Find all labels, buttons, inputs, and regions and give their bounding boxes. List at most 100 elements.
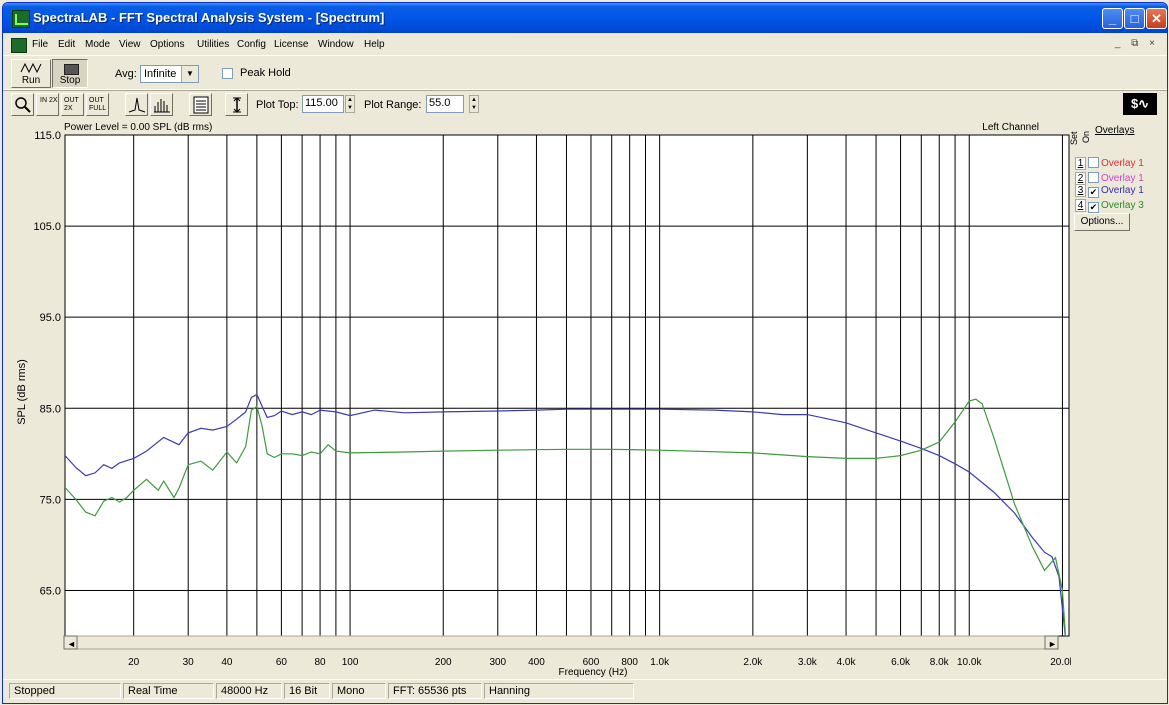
status-bar: Stopped Real Time 48000 Hz 16 Bit Mono F… <box>3 679 1167 702</box>
overlay-on-2-checkbox[interactable] <box>1088 172 1099 183</box>
line-plot-button[interactable] <box>125 93 148 116</box>
chevron-down-icon[interactable]: ▼ <box>181 66 198 82</box>
overlay-on-4-checkbox[interactable]: ✔ <box>1088 202 1099 213</box>
menu-mode[interactable]: Mode <box>85 39 110 50</box>
document-icon[interactable] <box>11 38 27 53</box>
window-title: SpectraLAB - FFT Spectral Analysis Syste… <box>33 10 385 25</box>
x-tick-label: 4.0k <box>837 657 857 668</box>
app-window: SpectraLAB - FFT Spectral Analysis Syste… <box>2 2 1168 704</box>
plot-top-spinner[interactable]: ▲ ▼ <box>345 95 355 113</box>
app-logo-icon <box>12 10 30 28</box>
status-mode: Real Time <box>123 683 214 699</box>
overlay-label-2: Overlay 1 <box>1101 173 1144 184</box>
x-tick-label: 800 <box>621 657 638 668</box>
zoom-out-2x-button[interactable]: OUT 2X <box>61 93 84 116</box>
menu-utilities[interactable]: Utilities <box>197 39 229 50</box>
scroll-left-arrow-icon: ◄ <box>67 639 76 649</box>
close-button[interactable]: ✕ <box>1146 8 1167 29</box>
x-tick-label: 3.0k <box>798 657 818 668</box>
status-fft-size: FFT: 65536 pts <box>388 683 482 699</box>
mdi-window-controls[interactable]: _ ⧉ × <box>1115 38 1159 49</box>
menu-help[interactable]: Help <box>364 39 385 50</box>
overlay-options-button[interactable]: Options... <box>1074 213 1130 231</box>
zoom-full-button[interactable]: OUT FULL <box>86 93 109 116</box>
x-tick-label: 400 <box>528 657 545 668</box>
x-tick-label: 10.0k <box>957 657 982 668</box>
x-tick-label: 60 <box>276 657 288 668</box>
status-bits: 16 Bit <box>284 683 330 699</box>
title-bar[interactable]: SpectraLAB - FFT Spectral Analysis Syste… <box>3 3 1167 33</box>
plot-range-label: Plot Range: <box>364 99 422 111</box>
scroll-right-arrow-icon: ► <box>1048 639 1057 649</box>
zoom-in-2x-button[interactable]: IN 2X <box>36 93 59 116</box>
plot-range-input[interactable]: 55.0 <box>426 95 464 113</box>
zoom-full-label: OUT FULL <box>89 97 107 112</box>
table-view-button[interactable] <box>189 93 212 116</box>
spectrum-plot-area: Power Level = 0.00 SPL (dB rms) Left Cha… <box>3 119 1167 679</box>
x-tick-label: 300 <box>489 657 506 668</box>
overlays-title: Overlays <box>1095 125 1135 136</box>
plot-background <box>64 134 1070 637</box>
x-tick-label: 40 <box>221 657 233 668</box>
peak-hold-checkbox[interactable] <box>222 68 233 79</box>
menu-file[interactable]: File <box>32 39 48 50</box>
maximize-button[interactable]: □ <box>1124 8 1145 29</box>
overlay-on-3-checkbox[interactable]: ✔ <box>1088 187 1099 198</box>
y-tick-label: 115.0 <box>34 130 61 142</box>
menu-edit[interactable]: Edit <box>58 39 75 50</box>
x-tick-label: 20 <box>128 657 140 668</box>
table-icon <box>193 96 209 114</box>
plot-range-spinner[interactable]: ▲ ▼ <box>469 95 479 113</box>
avg-value: Infinite <box>144 68 177 80</box>
y-tick-label: 65.0 <box>40 585 61 597</box>
horizontal-scrollbar[interactable] <box>63 635 1059 650</box>
overlay-on-1-checkbox[interactable] <box>1088 157 1099 168</box>
zoom-button[interactable] <box>11 93 34 116</box>
overlay-row-2[interactable]: 2 Overlay 1 <box>1075 170 1144 185</box>
channel-label: Left Channel <box>982 122 1039 133</box>
stop-label: Stop <box>59 75 81 86</box>
overlay-row-3[interactable]: 3 ✔ Overlay 1 <box>1075 184 1144 198</box>
overlay-set-1[interactable]: 1 <box>1075 157 1086 170</box>
power-level-readout: Power Level = 0.00 SPL (dB rms) <box>64 122 212 133</box>
run-button[interactable]: Run <box>11 59 51 88</box>
overlay-row-4[interactable]: 4 ✔ Overlay 3 <box>1075 199 1144 213</box>
avg-select[interactable]: Infinite ▼ <box>140 65 199 83</box>
bar-plot-button[interactable] <box>150 93 173 116</box>
x-tick-label: 200 <box>435 657 452 668</box>
magnifier-icon <box>15 97 31 113</box>
menu-license[interactable]: License <box>274 39 308 50</box>
menu-config[interactable]: Config <box>237 39 266 50</box>
spectrum-chart[interactable]: Power Level = 0.00 SPL (dB rms) Left Cha… <box>3 119 1071 679</box>
acquisition-toolbar: Run Stop Avg: Infinite ▼ Peak Hold <box>3 55 1167 91</box>
stop-icon <box>64 64 79 75</box>
menu-options[interactable]: Options <box>150 39 184 50</box>
x-tick-label: 30 <box>183 657 195 668</box>
x-tick-label: 8.0k <box>930 657 950 668</box>
x-tick-label: 2.0k <box>743 657 763 668</box>
overlay-row-1[interactable]: 1 Overlay 1 <box>1075 155 1144 170</box>
overlay-label-1: Overlay 1 <box>1101 158 1144 169</box>
y-axis-label: SPL (dB rms) <box>16 359 28 425</box>
overlays-panel: Overlays Set On 1 Overlay 1 2 Overlay 1 3 ✔… <box>1069 119 1167 239</box>
waveform-icon <box>20 62 42 74</box>
x-tick-label: 80 <box>315 657 327 668</box>
stop-button[interactable]: Stop <box>52 59 88 88</box>
y-tick-label: 75.0 <box>40 494 61 506</box>
overlay-label-3: Overlay 1 <box>1101 185 1144 196</box>
status-state: Stopped <box>9 683 121 699</box>
x-tick-label: 1.0k <box>650 657 670 668</box>
menu-bar: File Edit Mode View Options Utilities Co… <box>3 35 1167 55</box>
signal-generator-icon[interactable]: $∿ <box>1123 93 1157 115</box>
plot-top-input[interactable]: 115.00 <box>302 95 344 113</box>
bar-graph-icon <box>154 99 170 113</box>
overlay-set-4[interactable]: 4 <box>1075 199 1086 212</box>
overlay-set-3[interactable]: 3 <box>1075 184 1086 197</box>
menu-view[interactable]: View <box>119 39 141 50</box>
minimize-button[interactable]: _ <box>1102 8 1123 29</box>
x-tick-label: 100 <box>342 657 359 668</box>
auto-scale-button[interactable] <box>225 93 248 116</box>
menu-window[interactable]: Window <box>318 39 354 50</box>
overlay-label-4: Overlay 3 <box>1101 200 1144 211</box>
plot-toolbar: IN 2X OUT 2X OUT FULL Plot Top: 115.00 ▲… <box>3 89 1167 120</box>
